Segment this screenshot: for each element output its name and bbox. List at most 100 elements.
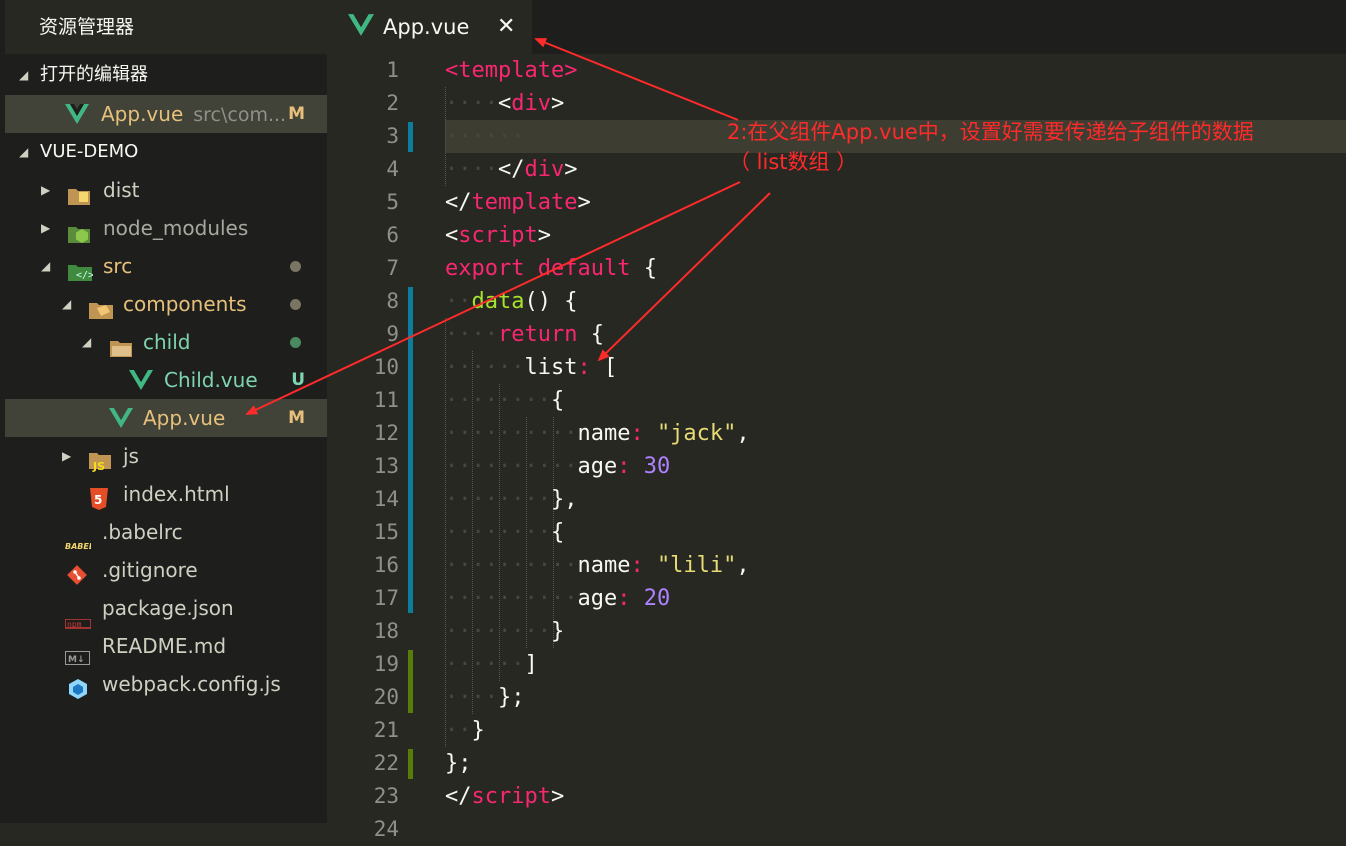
- tree-item-node-modules[interactable]: ▶ node_modules: [5, 209, 327, 247]
- chevron-right-icon: ▶: [41, 221, 51, 235]
- code-line: ····<div>: [445, 91, 565, 116]
- code-line: ······]: [445, 652, 538, 677]
- code-line: ········{: [445, 388, 565, 413]
- folder-node-icon: [67, 218, 90, 243]
- folder-js-icon: JS: [88, 446, 111, 473]
- open-editors-header[interactable]: ◢ 打开的编辑器: [5, 56, 327, 94]
- untracked-dot-icon: [290, 337, 301, 348]
- line-number: 24: [373, 817, 399, 841]
- line-number: 5: [386, 190, 399, 214]
- line-number: 10: [373, 355, 399, 379]
- vue-icon: [109, 408, 133, 428]
- tree-item-label: Child.vue: [164, 368, 258, 392]
- code-line: ········},: [445, 487, 578, 512]
- tree-item-babelrc[interactable]: BABEL .babelrc: [5, 513, 327, 551]
- annotation-text: 2:在父组件App.vue中，设置好需要传递给子组件的数据 （ list数组 ）: [727, 117, 1327, 177]
- tree-item-index-html[interactable]: 5 index.html: [5, 475, 327, 513]
- tree-item-label: .babelrc: [102, 520, 183, 544]
- tree-item-label: index.html: [123, 482, 230, 506]
- chevron-right-icon: ▶: [62, 449, 72, 463]
- code-line: ····return {: [445, 322, 604, 347]
- tree-item-label: package.json: [102, 596, 234, 620]
- svg-text:BABEL: BABEL: [65, 542, 91, 551]
- line-number: 15: [373, 520, 399, 544]
- gutter-add-marker: [408, 650, 413, 713]
- code-line: ······list: [: [445, 355, 618, 380]
- line-number: 2: [386, 91, 399, 115]
- tree-item-child-vue[interactable]: Child.vue U: [5, 361, 327, 399]
- tree-item-gitignore[interactable]: .gitignore: [5, 551, 327, 589]
- tree-item-label: child: [143, 330, 191, 354]
- tree-item-app-vue[interactable]: App.vue M: [5, 399, 327, 437]
- line-number: 13: [373, 454, 399, 478]
- babel-icon: BABEL: [65, 526, 94, 551]
- close-icon[interactable]: ✕: [497, 0, 515, 54]
- tree-item-child[interactable]: ◢ child: [5, 323, 327, 361]
- tree-item-src[interactable]: ◢ </> src: [5, 247, 327, 285]
- line-number: 6: [386, 223, 399, 247]
- chevron-down-icon: ◢: [19, 145, 29, 159]
- tree-item-js[interactable]: ▶ JS js: [5, 437, 327, 475]
- code-line: ····</div>: [445, 157, 578, 182]
- line-number: 21: [373, 718, 399, 742]
- line-number: 7: [386, 256, 399, 280]
- vue-icon: [65, 104, 89, 124]
- code-line: <script>: [445, 223, 551, 248]
- line-number: 9: [386, 322, 399, 346]
- folder-src-icon: </>: [67, 256, 94, 281]
- annotation-line-1: 2:在父组件App.vue中，设置好需要传递给子组件的数据: [727, 120, 1254, 144]
- line-number: 18: [373, 619, 399, 643]
- code-line: ········}: [445, 619, 565, 644]
- tree-item-dist[interactable]: ▶ dist: [5, 171, 327, 209]
- open-editors-label: 打开的编辑器: [40, 64, 148, 85]
- project-header[interactable]: ◢ VUE-DEMO: [5, 133, 327, 171]
- line-number: 12: [373, 421, 399, 445]
- folder-dist-icon: [67, 180, 90, 205]
- tab-label: App.vue: [383, 15, 470, 39]
- code-line: ······: [445, 124, 525, 149]
- line-number: 4: [386, 157, 399, 181]
- tree-item-label: App.vue: [143, 406, 226, 430]
- modified-badge: M: [288, 408, 305, 428]
- tree-item-webpack-config[interactable]: webpack.config.js: [5, 665, 327, 703]
- chevron-down-icon: ◢: [62, 297, 72, 311]
- tree-item-components[interactable]: ◢ components: [5, 285, 327, 323]
- webpack-icon: [67, 674, 89, 699]
- untracked-badge: U: [291, 370, 305, 390]
- line-number: 22: [373, 751, 399, 775]
- tab-app-vue[interactable]: App.vue ✕: [327, 0, 532, 54]
- tree-item-label: README.md: [102, 634, 227, 658]
- explorer-sidebar: 资源管理器 ◢ 打开的编辑器 App.vue src\com... M ◢ VUE…: [0, 0, 327, 823]
- explorer-title: 资源管理器: [5, 0, 327, 54]
- line-number: 19: [373, 652, 399, 676]
- project-label: VUE-DEMO: [40, 141, 139, 162]
- folder-components-icon: [88, 294, 113, 319]
- code-line: ··data() {: [445, 289, 578, 314]
- line-number: 3: [386, 124, 399, 148]
- code-line: export default {: [445, 256, 657, 281]
- modified-badge: M: [288, 104, 305, 124]
- code-line: </script>: [445, 784, 565, 809]
- code-line: </template>: [445, 190, 591, 215]
- tree-item-package-json[interactable]: npm package.json: [5, 589, 327, 629]
- svg-text:</>: </>: [76, 270, 93, 281]
- code-line: ········{: [445, 520, 565, 545]
- tree-item-label: .gitignore: [102, 558, 198, 582]
- vue-icon: [129, 370, 153, 390]
- tree-item-label: dist: [103, 178, 140, 202]
- line-number: 14: [373, 487, 399, 511]
- gutter-change-marker: [408, 122, 413, 152]
- svg-text:5: 5: [94, 493, 102, 507]
- tree-item-label: webpack.config.js: [102, 672, 281, 696]
- code-line: <template>: [445, 58, 578, 83]
- chevron-down-icon: ◢: [82, 335, 92, 349]
- modified-dot-icon: [290, 261, 301, 272]
- tree-item-readme[interactable]: M↓ README.md: [5, 627, 327, 665]
- line-number: 1: [386, 58, 399, 82]
- tree-item-label: src: [103, 254, 133, 278]
- open-editor-path: src\com...: [193, 104, 287, 126]
- open-editor-filename: App.vue: [101, 102, 184, 126]
- vue-icon: [348, 14, 374, 40]
- tree-item-label: node_modules: [103, 216, 249, 240]
- open-editor-item-app-vue[interactable]: App.vue src\com... M: [5, 95, 327, 133]
